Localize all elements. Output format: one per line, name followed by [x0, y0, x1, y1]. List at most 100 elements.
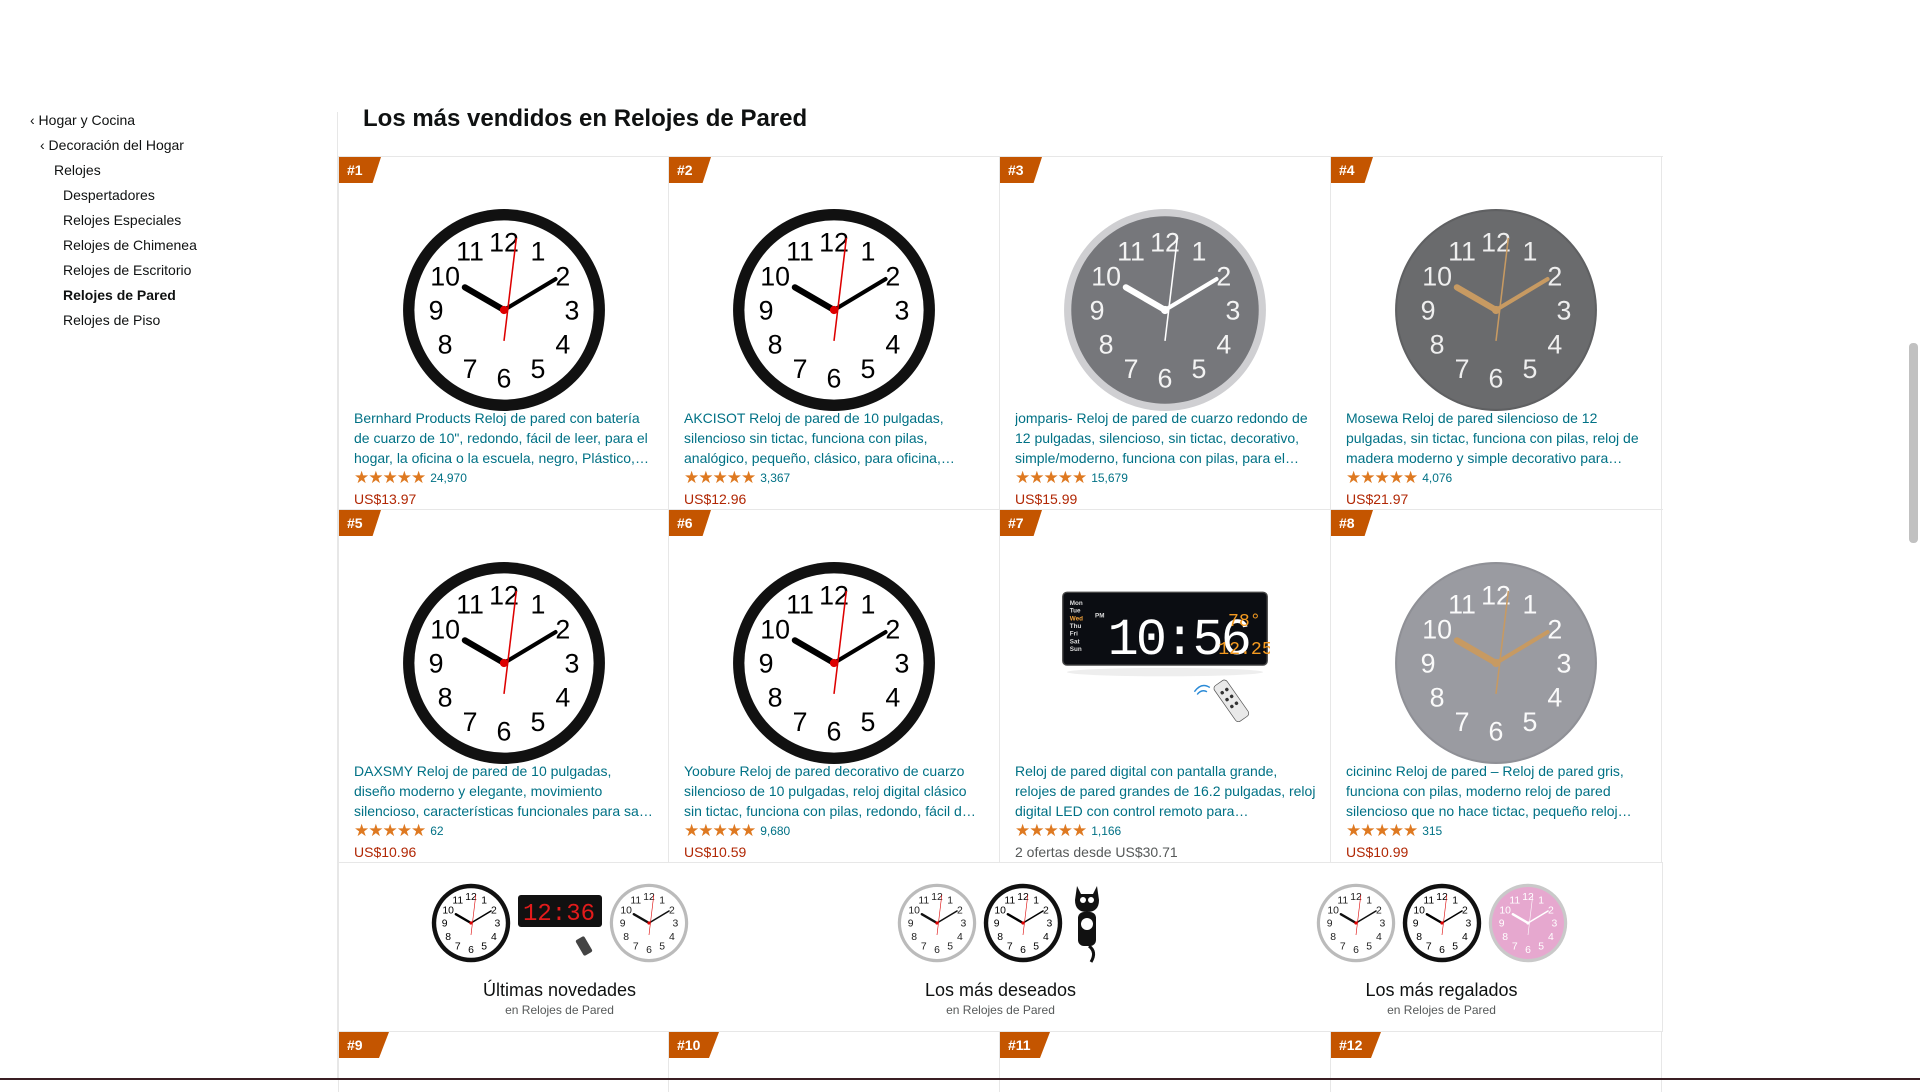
product-card[interactable]: #10	[669, 1032, 1000, 1092]
review-count[interactable]: 3,367	[760, 471, 790, 485]
product-price[interactable]: US$10.96	[354, 843, 416, 861]
svg-text:1: 1	[1538, 896, 1544, 907]
promo-label[interactable]: Los más deseados	[780, 979, 1221, 1001]
nav-item[interactable]: Relojes de Escritorio	[30, 260, 197, 285]
product-card[interactable]: #1 1 2 3 4 5 6 7 8 9 10 11 12 Bernhard Products Reloj…	[338, 157, 669, 509]
product-price[interactable]: US$15.99	[1015, 490, 1077, 508]
product-row: #9 #10 #11 #12	[338, 1031, 1663, 1092]
product-price[interactable]: US$10.99	[1346, 843, 1408, 861]
review-count[interactable]: 62	[430, 824, 443, 838]
svg-text:9: 9	[428, 295, 443, 325]
review-count[interactable]: 9,680	[760, 824, 790, 838]
black-frame-clock-image[interactable]: 1 2 3 4 5 6 7 8 9 10 11 12	[399, 205, 609, 415]
product-price[interactable]: US$21.97	[1346, 490, 1408, 508]
review-count[interactable]: 15,679	[1091, 471, 1128, 485]
product-title-link[interactable]: jomparis- Reloj de pared de cuarzo redon…	[1015, 408, 1316, 468]
product-title-link[interactable]: Bernhard Products Reloj de pared con bat…	[354, 408, 654, 468]
svg-text:Mon: Mon	[1070, 600, 1083, 607]
rank-badge: #6	[669, 510, 711, 536]
product-card[interactable]: #5 1 2 3 4 5 6 7 8 9 10 11 12 DAXSMY Reloj de pared d…	[338, 510, 669, 862]
svg-text:6: 6	[1353, 945, 1359, 956]
rating[interactable]: ★★★★★ 15,679	[1015, 468, 1128, 488]
rank-badge: #7	[1000, 510, 1042, 536]
product-card[interactable]: #6 1 2 3 4 5 6 7 8 9 10 11 12 Yoobure Reloj de pared …	[669, 510, 1000, 862]
review-count[interactable]: 1,166	[1091, 824, 1121, 838]
rating[interactable]: ★★★★★ 1,166	[1015, 821, 1121, 841]
svg-text:2: 2	[490, 905, 496, 916]
promo-tile[interactable]: 1 2 3 4 5 6 7 8 9 10 11 12 12:36 1 2 3 4 5 6 7 8 9 10 11 12 Últim…	[339, 863, 780, 1031]
promo-images: 1 2 3 4 5 6 7 8 9 10 11 12 1 2 3 4 5 6 7 8 9 10 11 12	[780, 883, 1221, 963]
nav-item[interactable]: Despertadores	[30, 185, 197, 210]
svg-text:5: 5	[1538, 941, 1544, 952]
product-title-link[interactable]: AKCISOT Reloj de pared de 10 pulgadas, s…	[684, 408, 985, 468]
rating[interactable]: ★★★★★ 315	[1346, 821, 1442, 841]
svg-text:1: 1	[1366, 896, 1372, 907]
svg-text:78°: 78°	[1228, 612, 1261, 632]
black-frame-clock-image[interactable]: 1 2 3 4 5 6 7 8 9 10 11 12	[399, 558, 609, 768]
digital-led-clock-image[interactable]: Mon Tue Wed Thu Fri Sat Sun PM 10:56 78° 12.25	[1060, 558, 1270, 768]
product-title-link[interactable]: DAXSMY Reloj de pared de 10 pulgadas, di…	[354, 761, 654, 821]
black-frame-clock-image[interactable]: 1 2 3 4 5 6 7 8 9 10 11 12	[729, 205, 939, 415]
scrollbar[interactable]	[1907, 160, 1920, 1080]
product-title-link[interactable]: Yoobure Reloj de pared decorativo de cua…	[684, 761, 985, 821]
svg-text:9: 9	[1421, 648, 1436, 678]
rating[interactable]: ★★★★★ 9,680	[684, 821, 790, 841]
svg-text:7: 7	[462, 354, 477, 384]
digital-clock-icon: 12:36	[517, 895, 602, 956]
nav-item[interactable]: Relojes Especiales	[30, 210, 197, 235]
nav-item[interactable]: ‹ Hogar y Cocina	[30, 110, 197, 135]
product-card[interactable]: #7 Mon Tue Wed Thu Fri Sat Sun PM 10:56 78° 12.25 Re…	[1000, 510, 1331, 862]
svg-text:2: 2	[555, 614, 570, 644]
svg-text:11: 11	[456, 236, 484, 266]
product-card[interactable]: #2 1 2 3 4 5 6 7 8 9 10 11 12 AKCISOT Reloj de pared …	[669, 157, 1000, 509]
product-card[interactable]: #4 1 2 3 4 5 6 7 8 9 10 11 12 Mosewa Reloj de pared s…	[1331, 157, 1662, 509]
dark-gray-wood-clock-image[interactable]: 1 2 3 4 5 6 7 8 9 10 11 12	[1391, 205, 1601, 415]
wall-clock-icon: 1234567891011 12	[1316, 883, 1395, 963]
scrollbar-thumb[interactable]	[1909, 343, 1918, 543]
review-count[interactable]: 315	[1422, 824, 1442, 838]
nav-item[interactable]: Relojes de Pared	[30, 285, 197, 310]
rating[interactable]: ★★★★★ 24,970	[354, 468, 467, 488]
black-frame-clock-image[interactable]: 1 2 3 4 5 6 7 8 9 10 11 12	[729, 558, 939, 768]
product-card[interactable]: #8 1 2 3 4 5 6 7 8 9 10 11 12 cicininc Reloj de pared…	[1331, 510, 1662, 862]
product-price[interactable]: US$12.96	[684, 490, 746, 508]
rating[interactable]: ★★★★★ 62	[354, 821, 444, 841]
promo-tile[interactable]: 1 2 3 4 5 6 7 8 9 10 11 12 1 2 3 4 5 6 7 8 9 10 11 12 1 2 3 4 5 6 7 8 9 1…	[1221, 863, 1662, 1031]
product-card[interactable]: #12	[1331, 1032, 1662, 1092]
svg-text:8: 8	[1502, 932, 1508, 943]
svg-text:4: 4	[885, 329, 900, 359]
review-count[interactable]: 4,076	[1422, 471, 1452, 485]
offers-link[interactable]: 2 ofertas desde US$30.71	[1015, 843, 1178, 861]
svg-text:9: 9	[759, 648, 774, 678]
product-title-link[interactable]: Mosewa Reloj de pared silencioso de 12 p…	[1346, 408, 1647, 468]
rating[interactable]: ★★★★★ 3,367	[684, 468, 790, 488]
nav-item[interactable]: Relojes de Chimenea	[30, 235, 197, 260]
svg-text:11: 11	[456, 589, 484, 619]
svg-text:1: 1	[659, 896, 665, 907]
svg-text:10: 10	[1413, 905, 1425, 916]
nav-item[interactable]: Relojes de Piso	[30, 310, 197, 335]
svg-text:12:36: 12:36	[523, 901, 595, 928]
product-title-link[interactable]: cicininc Reloj de pared – Reloj de pared…	[1346, 761, 1647, 821]
light-gray-clock-image[interactable]: 1 2 3 4 5 6 7 8 9 10 11 12	[1391, 558, 1601, 768]
rating[interactable]: ★★★★★ 4,076	[1346, 468, 1452, 488]
review-count[interactable]: 24,970	[430, 471, 467, 485]
promo-tile[interactable]: 1 2 3 4 5 6 7 8 9 10 11 12 1 2 3 4 5 6 7 8 9 10 11 12 Los más de…	[780, 863, 1221, 1031]
svg-text:8: 8	[1416, 932, 1422, 943]
product-card[interactable]: #11	[1000, 1032, 1331, 1092]
product-title-link[interactable]: Reloj de pared digital con pantalla gran…	[1015, 761, 1316, 821]
promo-label[interactable]: Últimas novedades	[339, 979, 780, 1001]
svg-text:8: 8	[437, 682, 452, 712]
product-card[interactable]: #3 1 2 3 4 5 6 7 8 9 10 11 12 jomparis- Reloj de pare…	[1000, 157, 1331, 509]
gray-modern-clock-image[interactable]: 1 2 3 4 5 6 7 8 9 10 11 12	[1060, 205, 1270, 415]
star-rating-icon: ★★★★★	[1015, 821, 1087, 840]
product-price[interactable]: US$13.97	[354, 490, 416, 508]
nav-item[interactable]: Relojes	[30, 160, 197, 185]
nav-item[interactable]: ‹ Decoración del Hogar	[30, 135, 197, 160]
svg-text:8: 8	[997, 932, 1003, 943]
product-card[interactable]: #9	[338, 1032, 669, 1092]
product-price[interactable]: US$10.59	[684, 843, 746, 861]
svg-text:5: 5	[530, 707, 545, 737]
svg-text:9: 9	[1498, 919, 1504, 930]
promo-label[interactable]: Los más regalados	[1221, 979, 1662, 1001]
